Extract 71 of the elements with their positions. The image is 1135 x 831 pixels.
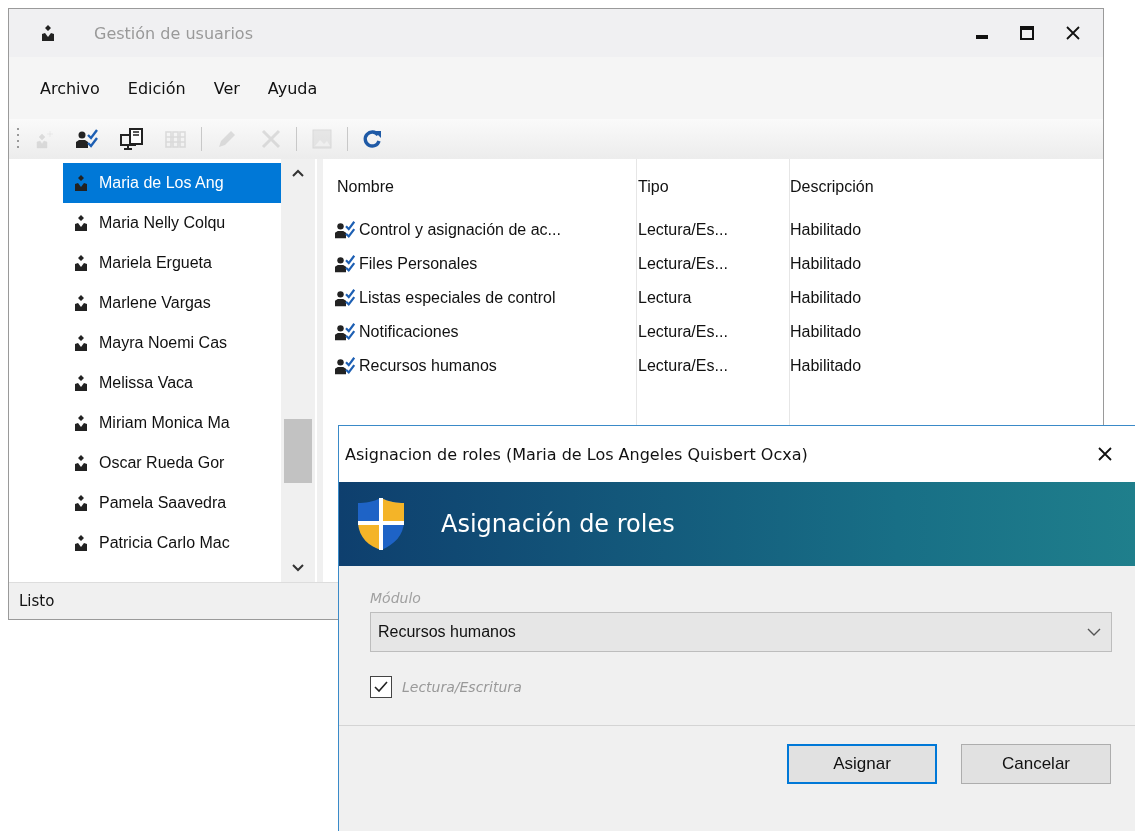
user-icon [75,215,87,231]
user-list-item[interactable]: Marlene Vargas [63,283,281,323]
user-list-item[interactable]: Maria de Los Ang [63,163,281,203]
dialog-title: Asignacion de roles (Maria de Los Angeles Quisbert Ocxa) [345,444,808,464]
table-cell-text: Habilitado [790,323,863,341]
user-list-item[interactable]: Mayra Noemi Cas [63,323,281,363]
scroll-thumb[interactable] [284,418,312,483]
user-list-item[interactable]: Patricia Carlo Mac [63,523,281,563]
module-dropdown[interactable]: Recursos humanos [370,612,1112,652]
dialog-button[interactable]: Cancelar [961,744,1111,784]
user-list-item[interactable]: Mariela Ergueta [63,243,281,283]
user-icon [75,335,87,351]
dialog-button[interactable]: Asignar [787,744,937,784]
field-label: Módulo [370,590,421,606]
table-cell: Files Personales [359,255,478,273]
table-cell: Recursos humanos [359,357,497,375]
user-icon [75,175,87,191]
user-list-item[interactable]: Maria Nelly Colqu [63,203,281,243]
menu-item[interactable]: Archivo [40,78,100,98]
scroll-down-icon[interactable] [292,564,304,572]
chevron-down-icon [1087,628,1101,636]
user-icon [75,415,87,431]
user-check-icon[interactable] [76,129,100,149]
user-icon [75,495,87,511]
table-cell-text: Habilitado [790,289,863,307]
user-icon [75,535,87,551]
dialog-heading: Asignación de roles [441,510,675,538]
table-cell-text: Habilitado [790,255,863,273]
user-list-item[interactable]: Oscar Rueda Gor [63,443,281,483]
column-header[interactable]: Nombre [323,178,638,196]
user-icon [42,25,54,41]
table-cell-text: Habilitado [790,357,863,375]
table-cell-text: Lectura/Es... [638,323,729,341]
user-icon [75,375,87,391]
grip-icon [17,127,20,151]
maximize-icon[interactable] [1020,26,1034,40]
user-icon [75,455,87,471]
user-check-icon [335,288,357,308]
user-icon [75,255,87,271]
table-cell-text: Lectura [638,289,693,307]
close-icon[interactable] [1065,25,1081,41]
table-cell: Control y asignación de ac... [359,221,561,239]
checkbox-label: Lectura/Escritura [402,679,522,695]
scroll-up-icon[interactable] [292,169,304,177]
shield-icon [355,496,407,552]
status-text: Listo [19,592,55,610]
checkbox[interactable] [370,676,392,698]
column-header[interactable]: Descripción [790,178,990,196]
user-icon [75,295,87,311]
user-list-item[interactable]: Pamela Saavedra [63,483,281,523]
table-cell: Listas especiales de control [359,289,556,307]
user-check-icon [335,254,357,274]
menu-item[interactable]: Ver [213,78,240,98]
table-cell-text: Lectura/Es... [638,255,729,273]
column-header[interactable]: Tipo [638,178,790,196]
window-title: Gestión de usuarios [94,23,253,43]
table-cell-text: Habilitado [790,221,863,239]
scrollbar[interactable] [281,159,315,582]
close-icon[interactable] [1097,446,1113,462]
refresh-icon[interactable] [363,128,383,150]
user-list-item[interactable]: Miriam Monica Ma [63,403,281,443]
user-list-item[interactable]: Melissa Vaca [63,363,281,403]
table-cell: Notificaciones [359,323,459,341]
user-check-icon [335,322,357,342]
table-cell-text: Lectura/Es... [638,357,729,375]
menu-item[interactable]: Ayuda [267,78,318,98]
table-cell-text: Lectura/Es... [638,221,729,239]
menu-item[interactable]: Edición [127,78,186,98]
user-check-icon [335,356,357,376]
computers-icon[interactable] [119,128,145,150]
user-check-icon [335,220,357,240]
